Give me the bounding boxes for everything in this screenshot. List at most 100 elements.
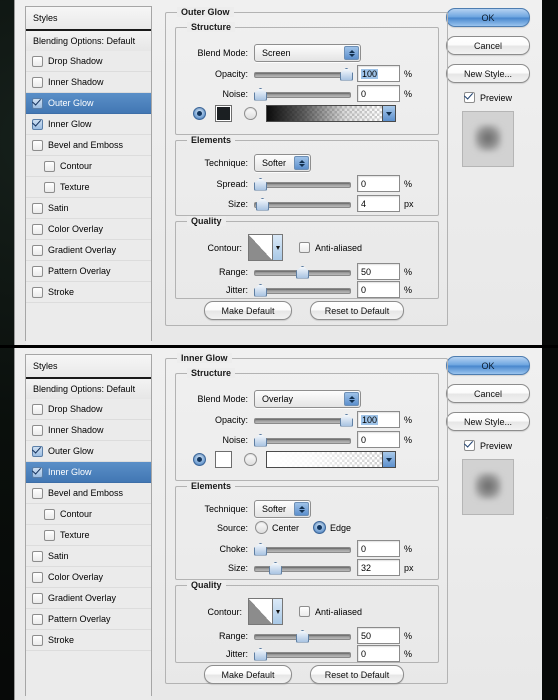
fill-color-radio-bottom[interactable] <box>193 453 206 466</box>
new-style-button[interactable]: New Style... <box>446 412 530 431</box>
jitter-field-bottom[interactable]: 0 <box>357 645 400 662</box>
range-slider-knob-top[interactable] <box>296 265 309 279</box>
sidebar-item-inner-glow[interactable]: Inner Glow <box>26 462 151 483</box>
checkbox-icon[interactable] <box>44 529 55 541</box>
sidebar-item-bevel-and-emboss[interactable]: Bevel and Emboss <box>26 135 151 156</box>
gradient-dropdown-icon-bottom[interactable] <box>382 452 395 467</box>
jitter-field-top[interactable]: 0 <box>357 281 400 298</box>
checkbox-checked-icon[interactable] <box>32 445 43 457</box>
checkbox-icon[interactable] <box>32 571 43 583</box>
jitter-slider-knob-bottom[interactable] <box>254 647 267 661</box>
checkbox-icon[interactable] <box>32 487 43 499</box>
sidebar-item-gradient-overlay[interactable]: Gradient Overlay <box>26 588 151 609</box>
technique-select-top[interactable]: Softer <box>254 154 311 172</box>
spread-field-top[interactable]: 0 <box>357 175 400 192</box>
preview-toggle[interactable]: Preview <box>442 440 534 451</box>
preview-checkbox-icon[interactable] <box>463 92 475 103</box>
size-field-bottom[interactable]: 32 <box>357 559 400 576</box>
noise-field-bottom[interactable]: 0 <box>357 431 400 448</box>
technique-select-bottom[interactable]: Softer <box>254 500 311 518</box>
sidebar-item-outer-glow[interactable]: Outer Glow <box>26 93 151 114</box>
size-field-top[interactable]: 4 <box>357 195 400 212</box>
sidebar-item-outer-glow[interactable]: Outer Glow <box>26 441 151 462</box>
fill-gradient-radio-bottom[interactable] <box>244 453 257 466</box>
sidebar-item-gradient-overlay[interactable]: Gradient Overlay <box>26 240 151 261</box>
checkbox-icon[interactable] <box>32 286 43 298</box>
jitter-slider-bottom[interactable] <box>254 647 351 661</box>
make-default-button-top[interactable]: Make Default <box>204 301 292 320</box>
make-default-button-bottom[interactable]: Make Default <box>204 665 292 684</box>
choke-slider-knob[interactable] <box>254 542 267 556</box>
checkbox-icon[interactable] <box>32 403 43 415</box>
sidebar-item-texture[interactable]: Texture <box>26 525 151 546</box>
checkbox-icon[interactable] <box>32 202 43 214</box>
checkbox-checked-icon[interactable] <box>32 118 43 130</box>
size-slider-knob-bottom[interactable] <box>269 561 282 575</box>
spread-slider-top[interactable] <box>254 177 351 191</box>
chevron-updown-icon[interactable] <box>294 502 309 516</box>
checkbox-icon[interactable] <box>32 223 43 235</box>
jitter-slider-knob-top[interactable] <box>254 283 267 297</box>
sidebar-item-inner-shadow[interactable]: Inner Shadow <box>26 72 151 93</box>
fill-gradient-radio-top[interactable] <box>244 107 257 120</box>
checkbox-icon[interactable] <box>32 244 43 256</box>
noise-field-top[interactable]: 0 <box>357 85 400 102</box>
contour-preset-bottom[interactable] <box>248 598 283 625</box>
noise-slider-top[interactable] <box>254 87 351 101</box>
preview-toggle[interactable]: Preview <box>442 92 534 103</box>
sidebar-item-contour[interactable]: Contour <box>26 156 151 177</box>
contour-dropdown-icon-top[interactable] <box>272 235 282 260</box>
blending-options-row[interactable]: Blending Options: Default <box>26 379 151 400</box>
cancel-button[interactable]: Cancel <box>446 36 530 55</box>
sidebar-item-texture[interactable]: Texture <box>26 177 151 198</box>
checkbox-icon[interactable] <box>32 139 43 151</box>
reset-to-default-button-bottom[interactable]: Reset to Default <box>310 665 404 684</box>
checkbox-icon[interactable] <box>32 76 43 88</box>
chevron-updown-icon[interactable] <box>344 46 359 60</box>
ok-button[interactable]: OK <box>446 356 530 375</box>
source-center-radio[interactable] <box>255 521 268 534</box>
opacity-slider-bottom[interactable] <box>254 413 353 427</box>
opacity-slider-knob-bottom[interactable] <box>340 413 353 427</box>
range-field-top[interactable]: 50 <box>357 263 400 280</box>
anti-aliased-checkbox-bottom[interactable] <box>299 606 310 617</box>
glow-color-swatch-bottom[interactable] <box>215 451 232 468</box>
fill-color-radio-top[interactable] <box>193 107 206 120</box>
jitter-slider-top[interactable] <box>254 283 351 297</box>
opacity-slider-knob-top[interactable] <box>340 67 353 81</box>
checkbox-checked-icon[interactable] <box>32 97 43 109</box>
checkbox-checked-icon[interactable] <box>32 466 43 478</box>
cancel-button[interactable]: Cancel <box>446 384 530 403</box>
checkbox-icon[interactable] <box>32 634 43 646</box>
opacity-field-top[interactable]: 100 <box>357 65 400 82</box>
source-edge-radio[interactable] <box>313 521 327 534</box>
checkbox-icon[interactable] <box>32 265 43 277</box>
choke-field[interactable]: 0 <box>357 540 400 557</box>
sidebar-item-drop-shadow[interactable]: Drop Shadow <box>26 399 151 420</box>
blend-mode-select-bottom[interactable]: Overlay <box>254 390 361 408</box>
contour-preset-top[interactable] <box>248 234 283 261</box>
sidebar-item-inner-glow[interactable]: Inner Glow <box>26 114 151 135</box>
sidebar-item-contour[interactable]: Contour <box>26 504 151 525</box>
gradient-dropdown-icon-top[interactable] <box>382 106 395 121</box>
spread-slider-knob-top[interactable] <box>254 177 267 191</box>
range-slider-top[interactable] <box>254 265 351 279</box>
sidebar-item-bevel-and-emboss[interactable]: Bevel and Emboss <box>26 483 151 504</box>
sidebar-item-color-overlay[interactable]: Color Overlay <box>26 567 151 588</box>
checkbox-icon[interactable] <box>44 181 55 193</box>
glow-gradient-top[interactable] <box>266 105 396 122</box>
contour-dropdown-icon-bottom[interactable] <box>272 599 282 624</box>
checkbox-icon[interactable] <box>32 424 43 436</box>
chevron-updown-icon[interactable] <box>294 156 309 170</box>
opacity-field-bottom[interactable]: 100 <box>357 411 400 428</box>
size-slider-top[interactable] <box>254 197 351 211</box>
ok-button[interactable]: OK <box>446 8 530 27</box>
sidebar-item-stroke[interactable]: Stroke <box>26 630 151 651</box>
noise-slider-knob-top[interactable] <box>254 87 267 101</box>
sidebar-item-inner-shadow[interactable]: Inner Shadow <box>26 420 151 441</box>
sidebar-item-satin[interactable]: Satin <box>26 198 151 219</box>
blending-options-row[interactable]: Blending Options: Default <box>26 31 151 52</box>
checkbox-icon[interactable] <box>32 592 43 604</box>
preview-checkbox-icon[interactable] <box>463 440 475 451</box>
size-slider-knob-top[interactable] <box>256 197 269 211</box>
